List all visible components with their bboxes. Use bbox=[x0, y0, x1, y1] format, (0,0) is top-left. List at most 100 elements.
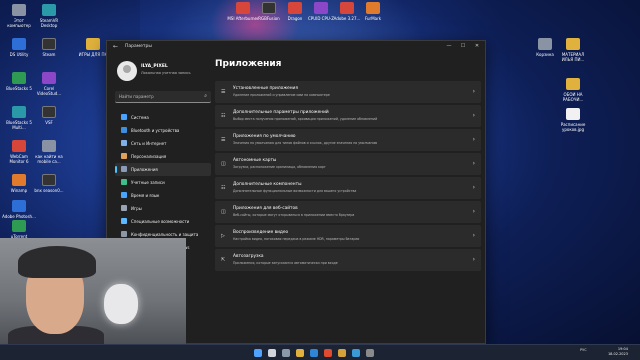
bluestacks-multi-icon bbox=[12, 106, 26, 118]
settings-card[interactable]: ⇱ Автозагрузка Приложения, которые запуска… bbox=[215, 249, 481, 271]
winamp-icon bbox=[12, 174, 26, 186]
close-button[interactable]: ✕ bbox=[471, 43, 483, 49]
language-indicator[interactable]: РУС bbox=[580, 348, 587, 352]
minimize-button[interactable]: — bbox=[443, 43, 455, 49]
sidebar-item[interactable]: Bluetooth и устройства bbox=[115, 124, 211, 137]
dragon-icon bbox=[288, 2, 302, 14]
start-icon[interactable] bbox=[254, 349, 262, 357]
steam-icon bbox=[42, 38, 56, 50]
desktop-icon-bnx[interactable]: bnx season0... bbox=[32, 174, 66, 193]
card-subtitle: Дополнительные функциональные возможност… bbox=[233, 189, 357, 193]
adobe-icon bbox=[340, 2, 354, 14]
sidebar-item-label: Персонализация bbox=[131, 154, 167, 159]
desktop-icon-webcam-monitor[interactable]: WebCam Monitor 6 bbox=[2, 140, 36, 164]
settings-card[interactable]: ◫ Автономные карты Загрузки, расположение … bbox=[215, 153, 481, 175]
card-subtitle: Выбор места получения приложений, архива… bbox=[233, 117, 378, 121]
sidebar-item-icon bbox=[121, 231, 127, 237]
task-view-icon[interactable] bbox=[282, 349, 290, 357]
settings-sidebar: ILYA_PIXEL Локальная учетная запись Найт… bbox=[113, 59, 213, 254]
telegram-icon[interactable] bbox=[352, 349, 360, 357]
chevron-right-icon: › bbox=[472, 88, 475, 95]
card-title: Автономные карты bbox=[233, 158, 277, 163]
webcam-overlay bbox=[0, 238, 186, 344]
desktop-icon-utorrent[interactable]: uTorrent bbox=[2, 220, 36, 239]
sidebar-item[interactable]: Учетные записи bbox=[115, 176, 211, 189]
card-title: Воспроизведение видео bbox=[233, 230, 289, 235]
settings-card[interactable]: ☰ Приложения по умолчанию Значения по умол… bbox=[215, 129, 481, 151]
sidebar-item[interactable]: Специальные возможности bbox=[115, 215, 211, 228]
sidebar-item-icon bbox=[121, 179, 127, 185]
card-title: Приложения для веб-сайтов bbox=[233, 206, 298, 211]
settings-card[interactable]: ☰ Установленные приложения Удаление прилож… bbox=[215, 81, 481, 103]
desktop-icon-photoshop[interactable]: Adobe Photosh... bbox=[2, 200, 36, 219]
desktop-icon-schedule[interactable]: Расписание уроков.jpg bbox=[556, 108, 590, 132]
desktop-icon-furmark[interactable]: FurMark bbox=[356, 2, 390, 21]
utility-icon bbox=[12, 38, 26, 50]
sidebar-item-label: Система bbox=[131, 115, 149, 120]
card-icon: ◫ bbox=[221, 209, 226, 215]
desktop-icon-steam[interactable]: Steam bbox=[32, 38, 66, 57]
file-icon bbox=[42, 174, 56, 186]
sidebar-item[interactable]: Персонализация bbox=[115, 150, 211, 163]
computer-icon bbox=[12, 4, 26, 16]
desktop-icon-bluestacks[interactable]: BlueStacks 5 bbox=[2, 72, 36, 91]
clock-date: 18.02.2023 bbox=[607, 352, 628, 356]
image-file-icon bbox=[566, 108, 580, 120]
avatar bbox=[117, 61, 137, 81]
settings-card[interactable]: ☷ Дополнительные компоненты Дополнительные… bbox=[215, 177, 481, 199]
user-profile[interactable]: ILYA_PIXEL Локальная учетная запись bbox=[113, 59, 213, 89]
video-file-icon bbox=[42, 140, 56, 152]
settings-card[interactable]: ▷ Воспроизведение видео Настройка видео, п… bbox=[215, 225, 481, 247]
webcam-icon bbox=[12, 140, 26, 152]
card-icon: ☰ bbox=[221, 137, 226, 143]
photoshop-icon bbox=[12, 200, 26, 212]
sidebar-item[interactable]: Сеть и Интернет bbox=[115, 137, 211, 150]
desktop-icon-ds-utility[interactable]: DS Utility bbox=[2, 38, 36, 57]
file-explorer-icon[interactable] bbox=[296, 349, 304, 357]
sidebar-item-label: Игры bbox=[131, 206, 142, 211]
edge-icon[interactable] bbox=[310, 349, 318, 357]
chevron-right-icon: › bbox=[472, 256, 475, 263]
sidebar-item-label: Время и язык bbox=[131, 193, 160, 198]
back-arrow-icon[interactable]: ← bbox=[113, 43, 118, 50]
maximize-button[interactable]: ☐ bbox=[457, 43, 469, 49]
microphone bbox=[104, 284, 138, 324]
desktop-icon-wallpapers-folder[interactable]: ОБОИ НА РАБОЧИ... bbox=[556, 78, 590, 102]
sidebar-item[interactable]: Время и язык bbox=[115, 189, 211, 202]
desktop-icon-vsf[interactable]: VSF bbox=[32, 106, 66, 125]
desktop-icon-steamvr[interactable]: SteamVR Desktop bbox=[32, 4, 66, 28]
sidebar-item-label: Сеть и Интернет bbox=[131, 141, 167, 146]
furmark-icon bbox=[366, 2, 380, 14]
search-taskbar-icon[interactable] bbox=[268, 349, 276, 357]
desktop-icon-bluestacks-multi[interactable]: BlueStacks 5 Multi... bbox=[2, 106, 36, 130]
sidebar-item[interactable]: Игры bbox=[115, 202, 211, 215]
search-input[interactable]: Найти параметр ⌕ bbox=[115, 91, 211, 103]
chrome-icon[interactable] bbox=[338, 349, 346, 357]
desktop-icon-material-folder[interactable]: МАТЕРИАЛ ИЛЬЯ ПИ... bbox=[556, 38, 590, 62]
window-titlebar[interactable]: ← Параметры — ☐ ✕ bbox=[107, 41, 485, 55]
folder-icon bbox=[566, 78, 580, 90]
sidebar-item[interactable]: Система bbox=[115, 111, 211, 124]
chevron-right-icon: › bbox=[472, 208, 475, 215]
settings-taskbar-icon[interactable] bbox=[366, 349, 374, 357]
sidebar-item-label: Специальные возможности bbox=[131, 219, 190, 224]
browser-icon[interactable] bbox=[324, 349, 332, 357]
clock[interactable]: 19:04 18.02.2023 bbox=[608, 347, 628, 357]
desktop-icon-computer[interactable]: Этот компьютер bbox=[2, 4, 36, 28]
search-icon: ⌕ bbox=[204, 93, 207, 99]
chevron-right-icon: › bbox=[472, 232, 475, 239]
desktop-icon-games-folder[interactable]: ИГРЫ ДЛЯ ПК bbox=[76, 38, 110, 57]
search-placeholder: Найти параметр bbox=[119, 94, 154, 99]
settings-card[interactable]: ☷ Дополнительные параметры приложений Выбо… bbox=[215, 105, 481, 127]
settings-card[interactable]: ◫ Приложения для веб-сайтов Веб-сайты, кот… bbox=[215, 201, 481, 223]
desktop-icon-corel[interactable]: Corel VideoStud... bbox=[32, 72, 66, 96]
sidebar-item-icon bbox=[121, 166, 127, 172]
folder-icon bbox=[86, 38, 100, 50]
chevron-right-icon: › bbox=[472, 112, 475, 119]
afterburner-icon bbox=[236, 2, 250, 14]
card-icon: ☰ bbox=[221, 89, 226, 95]
desktop-icon-video[interactable]: как найти на mobile ca... bbox=[32, 140, 66, 164]
card-title: Автозагрузка bbox=[233, 254, 264, 259]
sidebar-item[interactable]: Приложения bbox=[115, 163, 211, 176]
desktop-icon-winamp[interactable]: Winamp bbox=[2, 174, 36, 193]
